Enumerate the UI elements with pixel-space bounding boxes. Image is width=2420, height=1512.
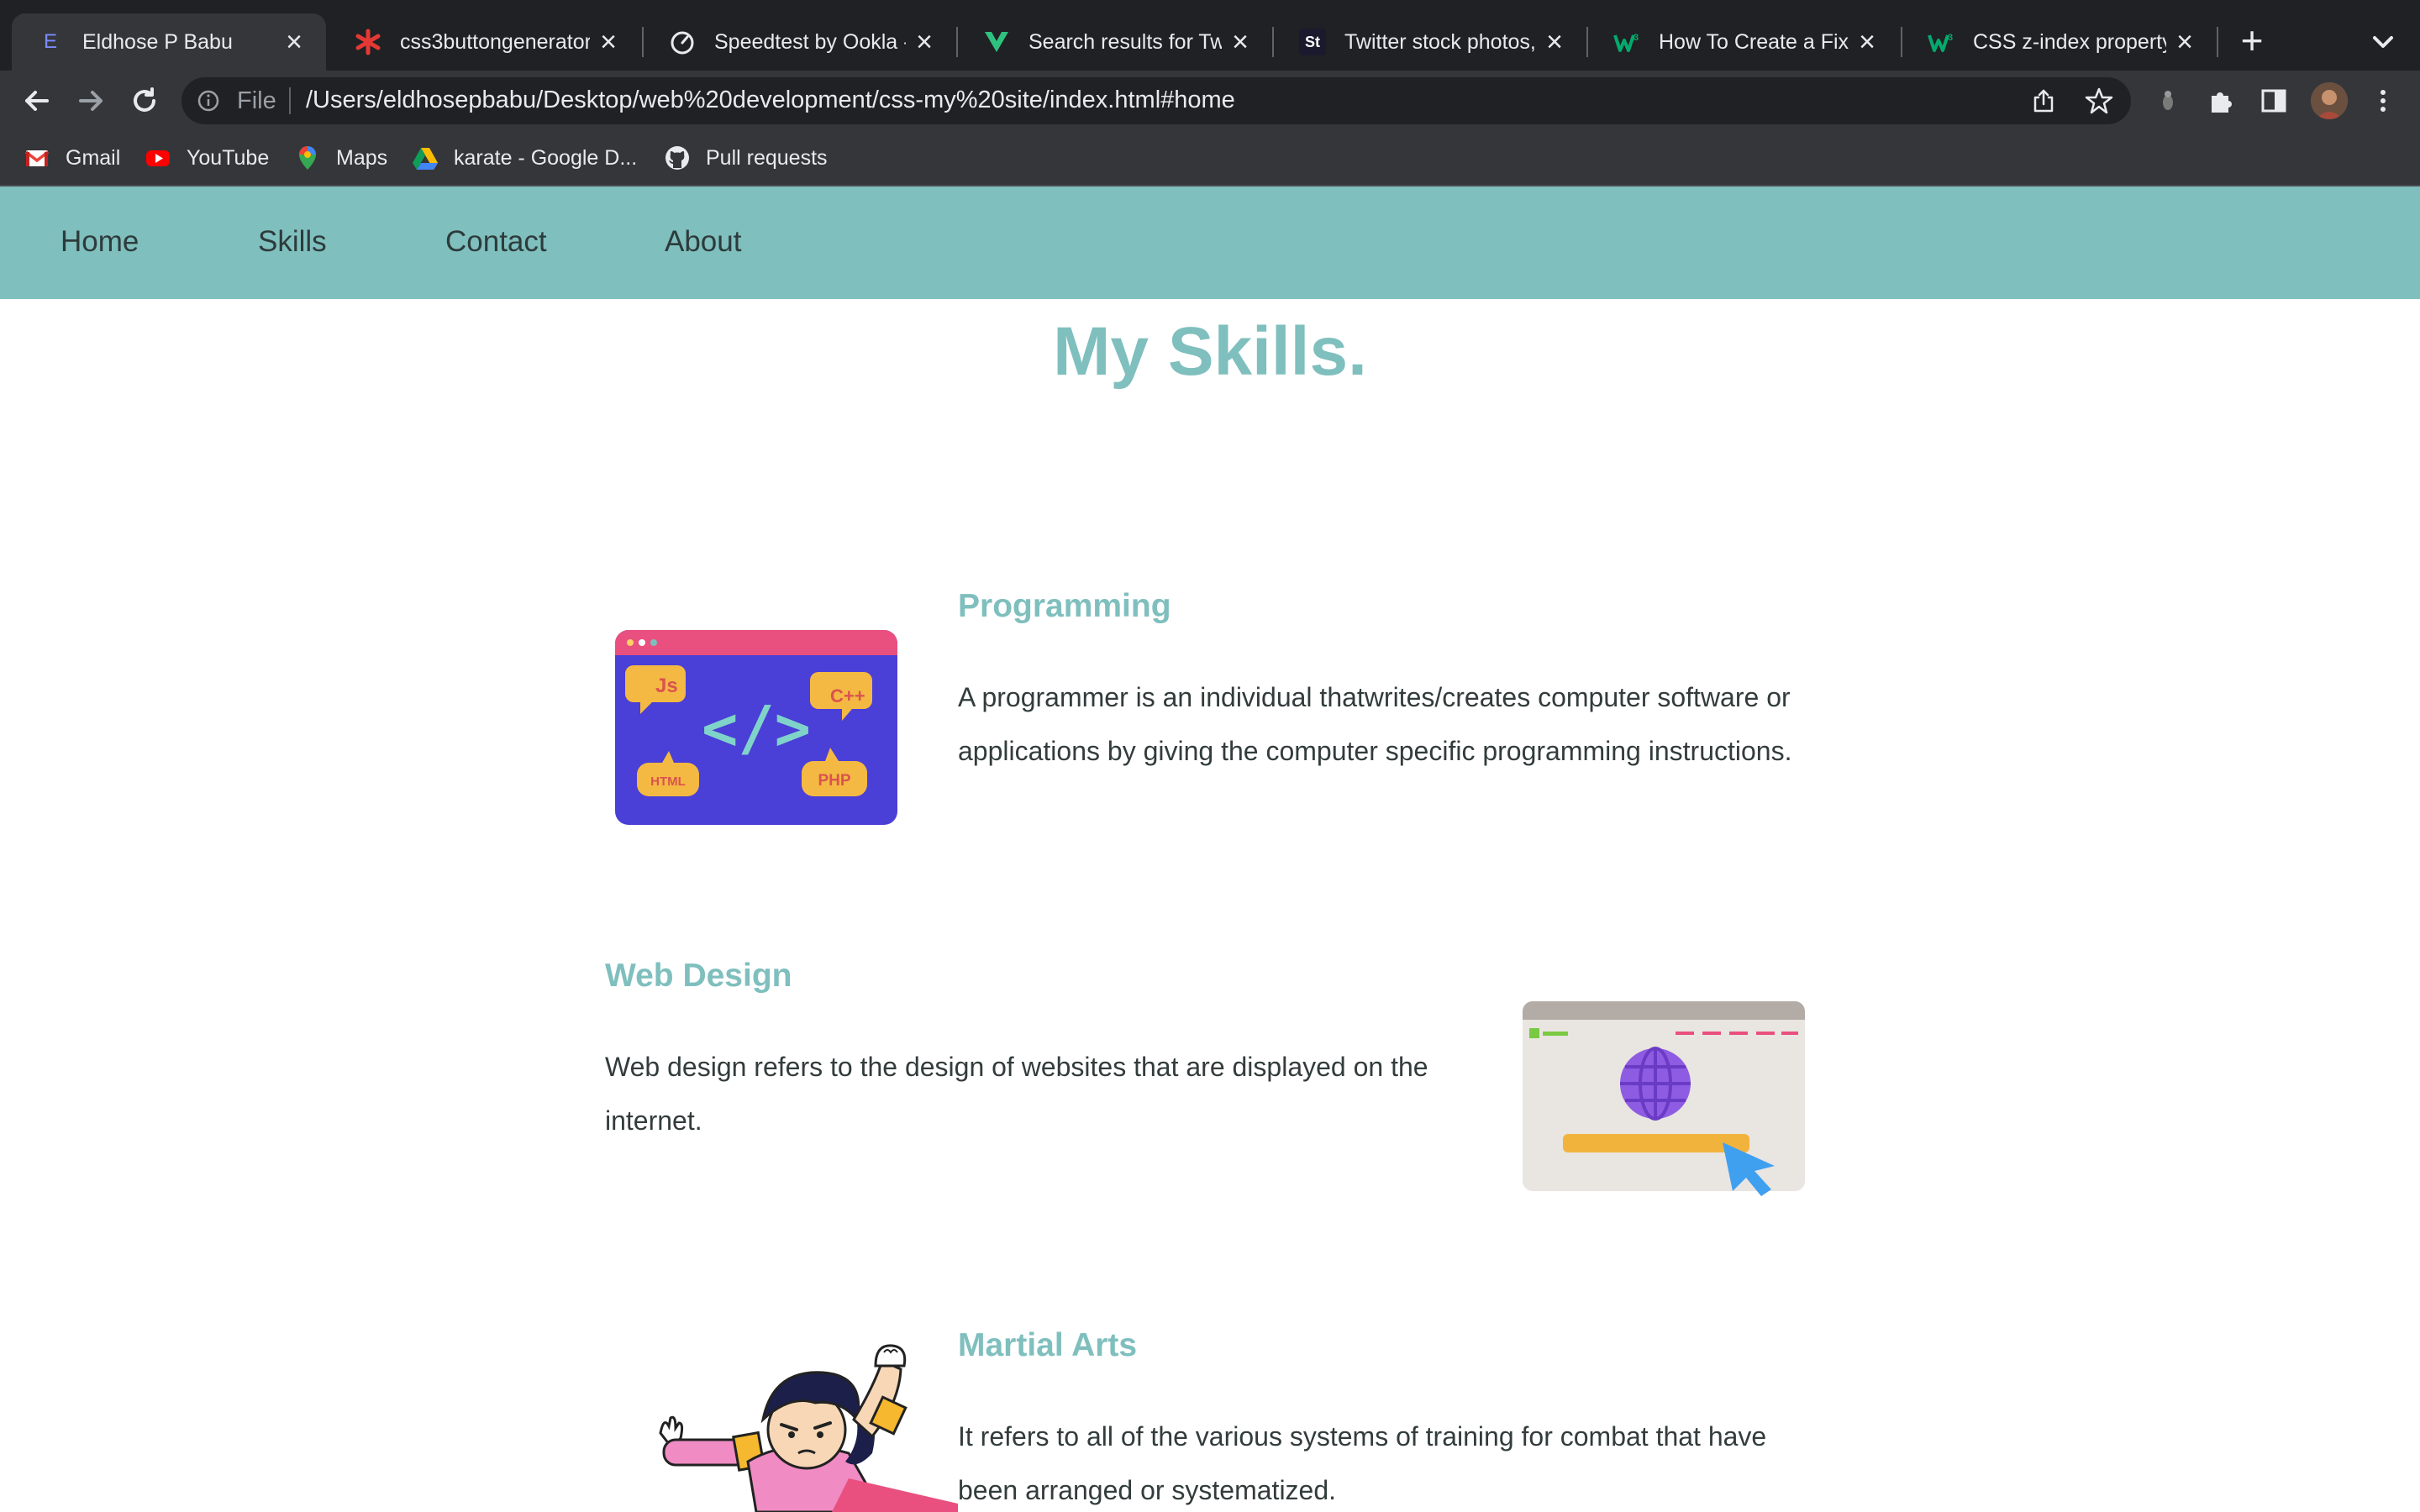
tab-speedtest[interactable]: Speedtest by Ookla - × [644,13,956,71]
web-design-heading: Web Design [605,958,792,994]
tab-title: CSS z-index property [1973,29,2166,54]
code-brackets-label: </> [702,693,811,764]
bookmark-label: karate - Google D... [454,145,638,170]
tab-title: css3buttongenerator. [400,29,590,54]
info-icon[interactable] [197,89,220,113]
forward-button[interactable] [72,82,109,119]
site-navbar: Home Skills Contact About [0,186,2420,299]
bookmark-label: YouTube [187,145,270,170]
reload-button[interactable] [126,82,163,119]
google-drive-icon [412,144,439,171]
more-menu-icon[interactable] [2368,86,2398,116]
github-icon [664,144,691,171]
bookmark-label: Gmail [66,145,121,170]
tab-title: Eldhose P Babu [82,29,233,54]
bookmark-star-icon[interactable] [2084,86,2114,116]
close-icon[interactable]: × [276,26,313,59]
tab-w3-fixed[interactable]: 3 How To Create a Fixed × [1588,13,1899,71]
extension-icon[interactable] [2153,86,2183,116]
js-label: Js [655,675,678,697]
bookmark-pull-requests[interactable]: Pull requests [664,143,828,173]
programming-heading: Programming [958,588,1171,624]
gmail-icon [24,144,50,171]
side-panel-icon[interactable] [2259,86,2289,116]
php-label: PHP [818,772,850,790]
scheme-label: File [237,87,276,114]
programming-description-line-1: A programmer is an individual thatwrites… [958,682,1791,712]
reload-icon [134,87,155,112]
tab-title: Speedtest by Ookla - [714,29,906,54]
close-icon[interactable]: × [1536,26,1573,59]
tab-twitter-stock[interactable]: St Twitter stock photos, × [1274,13,1586,71]
arrow-right-icon [79,91,103,111]
cpp-label: C++ [830,685,865,706]
tab-title: Search results for Twi [1028,29,1222,54]
close-icon[interactable]: × [590,26,627,59]
nav-about-link[interactable]: About [665,225,741,259]
divider [289,87,291,114]
back-button[interactable] [18,82,55,119]
puzzle-icon[interactable] [2207,86,2237,116]
bookmark-karate-drive[interactable]: karate - Google D... [412,143,637,173]
close-icon[interactable]: × [1849,26,1886,59]
youtube-icon [145,144,171,171]
close-icon[interactable]: × [1222,26,1259,59]
asterisk-icon [355,29,381,55]
bookmark-gmail[interactable]: Gmail [24,143,120,173]
tab-separator [2217,27,2218,57]
svg-text:3: 3 [1634,33,1639,43]
bookmark-label: Maps [336,145,388,170]
programming-illustration: Js C++ </> HTML PHP [615,630,897,825]
bookmark-maps[interactable]: Maps [294,143,387,173]
url-text[interactable]: /Users/eldhosepbabu/Desktop/web%20develo… [306,87,1235,114]
tab-css3buttongenerator[interactable]: css3buttongenerator. × [329,13,640,71]
arrow-left-icon [25,91,49,111]
bookmarks-bar: Gmail YouTube Maps karate - Google D... … [0,131,2420,186]
tab-title: How To Create a Fixed [1659,29,1849,54]
close-icon[interactable]: × [2166,26,2203,59]
page-title: My Skills. [1053,313,1367,390]
tab-w3-zindex[interactable]: 3 CSS z-index property × [1902,13,2217,71]
nav-contact-link[interactable]: Contact [445,225,547,259]
profile-avatar[interactable] [2311,82,2348,119]
web-design-description-line-1: Web design refers to the design of websi… [605,1052,1428,1082]
speedtest-icon [669,29,696,55]
martial-arts-illustration [655,1336,958,1512]
tab-search-chevron-icon[interactable] [2366,25,2400,59]
martial-arts-description-line-2: been arranged or systematized. [958,1475,1337,1505]
share-icon[interactable] [2030,87,2057,114]
nav-home-link[interactable]: Home [60,225,139,259]
programming-description-line-2: applications by giving the computer spec… [958,736,1792,766]
bookmark-label: Pull requests [706,145,828,170]
new-tab-button[interactable]: + [2232,21,2272,62]
address-bar[interactable]: File /Users/eldhosepbabu/Desktop/web%20d… [182,77,2131,124]
svg-text:3: 3 [1948,33,1953,43]
vecteezy-icon [983,29,1010,55]
nav-skills-link[interactable]: Skills [258,225,327,259]
stock-icon: St [1299,29,1326,55]
maps-icon [294,144,321,171]
browser-toolbar: File /Users/eldhosepbabu/Desktop/web%20d… [0,71,2420,131]
w3schools-icon: 3 [1928,29,1954,55]
bookmark-youtube[interactable]: YouTube [145,143,269,173]
tab-strip: E Eldhose P Babu × css3buttongenerator. … [0,0,2420,71]
tab-title: Twitter stock photos, [1344,29,1536,54]
martial-arts-heading: Martial Arts [958,1327,1138,1363]
close-icon[interactable]: × [906,26,943,59]
favicon-e: E [43,30,57,53]
html-label: HTML [650,774,686,789]
martial-arts-description-line-1: It refers to all of the various systems … [958,1421,1767,1452]
w3schools-icon: 3 [1613,29,1640,55]
web-design-description-line-2: internet. [605,1105,702,1136]
tab-vecteezy[interactable]: Search results for Twi × [958,13,1272,71]
web-design-illustration [1523,1001,1808,1196]
tab-eldhose[interactable]: E Eldhose P Babu × [12,13,326,71]
